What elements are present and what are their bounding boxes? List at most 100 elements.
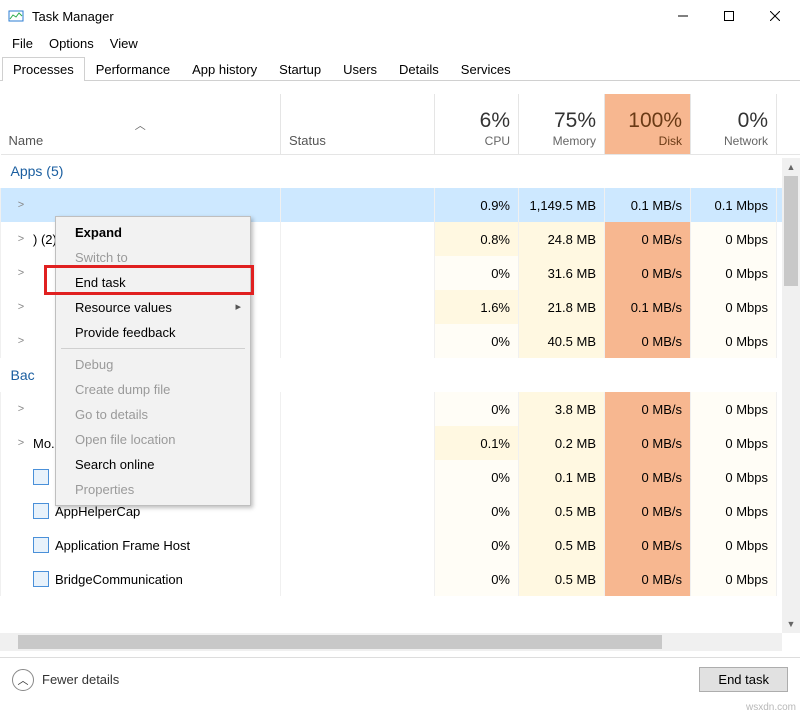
status-cell <box>281 392 435 426</box>
minimize-button[interactable] <box>660 0 706 32</box>
net-cell: 0 Mbps <box>691 562 777 596</box>
close-button[interactable] <box>752 0 798 32</box>
disk-label: Disk <box>659 134 682 148</box>
ctx-provide-feedback[interactable]: Provide feedback <box>59 320 247 345</box>
tab-performance[interactable]: Performance <box>85 57 181 81</box>
chevron-right-icon[interactable]: > <box>15 301 27 313</box>
ctx-create-dump: Create dump file <box>59 377 247 402</box>
net-cell: 0 Mbps <box>691 256 777 290</box>
scroll-down-icon[interactable]: ▼ <box>782 615 800 633</box>
tab-processes[interactable]: Processes <box>2 57 85 81</box>
net-pct: 0% <box>699 109 768 133</box>
mem-cell: 0.2 MB <box>519 426 605 460</box>
process-name: BridgeCommunication <box>55 572 183 587</box>
disk-cell: 0 MB/s <box>605 460 691 494</box>
menu-options[interactable]: Options <box>41 34 102 53</box>
table-row[interactable]: BridgeCommunication0%0.5 MB0 MB/s0 Mbps <box>1 562 800 596</box>
status-cell <box>281 290 435 324</box>
tab-details[interactable]: Details <box>388 57 450 81</box>
col-cpu[interactable]: 6%CPU <box>435 94 519 154</box>
cpu-pct: 6% <box>443 109 510 133</box>
chevron-right-icon[interactable]: > <box>15 403 27 415</box>
cpu-cell: 0% <box>435 324 519 358</box>
process-icon <box>33 571 49 587</box>
status-cell <box>281 460 435 494</box>
cpu-cell: 0.9% <box>435 188 519 222</box>
disk-cell: 0 MB/s <box>605 392 691 426</box>
cpu-cell: 0% <box>435 392 519 426</box>
process-name: ) (2) <box>33 232 57 247</box>
mem-cell: 1,149.5 MB <box>519 188 605 222</box>
disk-cell: 0.1 MB/s <box>605 290 691 324</box>
col-status[interactable]: Status <box>281 94 435 154</box>
scroll-up-icon[interactable]: ▲ <box>782 158 800 176</box>
chevron-up-icon: ︿ <box>12 669 34 691</box>
tab-startup[interactable]: Startup <box>268 57 332 81</box>
col-network[interactable]: 0%Network <box>691 94 777 154</box>
net-cell: 0 Mbps <box>691 426 777 460</box>
ctx-expand[interactable]: Expand <box>59 220 247 245</box>
ctx-debug: Debug <box>59 352 247 377</box>
cpu-cell: 0.1% <box>435 426 519 460</box>
maximize-button[interactable] <box>706 0 752 32</box>
scroll-thumb[interactable] <box>784 176 798 286</box>
chevron-right-icon[interactable]: > <box>15 199 27 211</box>
fewer-details-button[interactable]: ︿ Fewer details <box>12 669 119 691</box>
process-name: Application Frame Host <box>55 538 190 553</box>
menu-view[interactable]: View <box>102 34 146 53</box>
menubar: File Options View <box>0 32 800 54</box>
ctx-properties: Properties <box>59 477 247 502</box>
col-name-label: Name <box>9 133 44 148</box>
col-name[interactable]: ︿ Name <box>1 94 281 154</box>
mem-cell: 0.1 MB <box>519 460 605 494</box>
hscroll-thumb[interactable] <box>18 635 662 649</box>
chevron-right-icon[interactable]: > <box>15 233 27 245</box>
chevron-right-icon[interactable]: > <box>15 437 27 449</box>
disk-cell: 0 MB/s <box>605 494 691 528</box>
status-cell <box>281 528 435 562</box>
mem-cell: 21.8 MB <box>519 290 605 324</box>
end-task-button[interactable]: End task <box>699 667 788 692</box>
ctx-end-task[interactable]: End task <box>59 270 247 295</box>
cpu-cell: 0% <box>435 494 519 528</box>
process-icon <box>33 537 49 553</box>
chevron-right-icon[interactable]: > <box>15 335 27 347</box>
table-row[interactable]: Application Frame Host0%0.5 MB0 MB/s0 Mb… <box>1 528 800 562</box>
tab-users[interactable]: Users <box>332 57 388 81</box>
window-controls <box>660 0 798 32</box>
column-headers: ︿ Name Status 6%CPU 75%Memory 100%Disk 0… <box>1 94 800 154</box>
tab-services[interactable]: Services <box>450 57 522 81</box>
horizontal-scrollbar[interactable] <box>0 633 782 651</box>
cpu-cell: 0% <box>435 528 519 562</box>
mem-cell: 0.5 MB <box>519 494 605 528</box>
disk-cell: 0 MB/s <box>605 562 691 596</box>
mem-cell: 24.8 MB <box>519 222 605 256</box>
chevron-right-icon[interactable]: > <box>15 267 27 279</box>
footer: ︿ Fewer details End task <box>0 657 800 701</box>
vertical-scrollbar[interactable]: ▲ ▼ <box>782 158 800 633</box>
ctx-switch-to: Switch to <box>59 245 247 270</box>
sort-arrow-icon: ︿ <box>9 117 273 133</box>
mem-pct: 75% <box>527 109 596 133</box>
status-cell <box>281 222 435 256</box>
col-disk[interactable]: 100%Disk <box>605 94 691 154</box>
ctx-search-online[interactable]: Search online <box>59 452 247 477</box>
net-cell: 0 Mbps <box>691 460 777 494</box>
tab-app-history[interactable]: App history <box>181 57 268 81</box>
mem-cell: 3.8 MB <box>519 392 605 426</box>
ctx-resource-values[interactable]: Resource values <box>59 295 247 320</box>
status-cell <box>281 256 435 290</box>
ctx-open-file-location: Open file location <box>59 427 247 452</box>
disk-cell: 0 MB/s <box>605 256 691 290</box>
fewer-details-label: Fewer details <box>42 672 119 687</box>
cpu-label: CPU <box>485 134 510 148</box>
tabstrip: Processes Performance App history Startu… <box>0 54 800 81</box>
disk-cell: 0 MB/s <box>605 324 691 358</box>
menu-file[interactable]: File <box>4 34 41 53</box>
context-menu: Expand Switch to End task Resource value… <box>55 216 251 506</box>
disk-pct: 100% <box>613 109 682 133</box>
section-apps: Apps (5) <box>1 154 800 188</box>
disk-cell: 0 MB/s <box>605 426 691 460</box>
process-icon <box>33 503 49 519</box>
col-memory[interactable]: 75%Memory <box>519 94 605 154</box>
